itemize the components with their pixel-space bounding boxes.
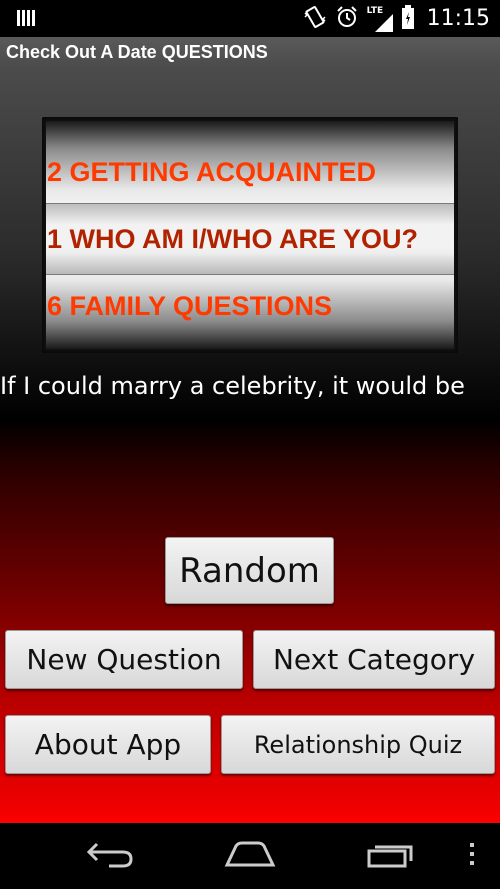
- battery-icon: [401, 4, 415, 34]
- home-icon: [224, 840, 276, 872]
- picker-item-selected[interactable]: 1 WHO AM I/WHO ARE YOU?: [46, 206, 454, 273]
- question-text: If I could marry a celebrity, it would b…: [0, 372, 465, 400]
- new-question-button[interactable]: New Question: [5, 630, 243, 689]
- picker-item[interactable]: 6 FAMILY QUESTIONS: [46, 273, 454, 340]
- action-bar: Check Out A Date QUESTIONS: [0, 37, 500, 70]
- overflow-menu-button[interactable]: [456, 823, 488, 889]
- next-category-button[interactable]: Next Category: [253, 630, 495, 689]
- alarm-icon: [335, 5, 359, 33]
- notification-icon: [16, 8, 36, 28]
- screen: LTE 11:15 Check Out A Date QUESTIONS 2 G…: [0, 0, 500, 889]
- picker-wheel[interactable]: 2 GETTING ACQUAINTED 1 WHO AM I/WHO ARE …: [46, 121, 454, 349]
- category-picker[interactable]: 2 GETTING ACQUAINTED 1 WHO AM I/WHO ARE …: [42, 117, 458, 353]
- app-title: Check Out A Date QUESTIONS: [6, 42, 268, 62]
- back-icon: [85, 840, 135, 872]
- recent-apps-button[interactable]: [342, 823, 438, 889]
- relationship-quiz-button[interactable]: Relationship Quiz: [221, 715, 495, 774]
- random-button[interactable]: Random: [165, 537, 334, 604]
- recent-apps-icon: [365, 839, 415, 873]
- status-bar: LTE 11:15: [0, 0, 500, 37]
- overflow-menu-icon: [468, 841, 476, 871]
- clock: 11:15: [426, 6, 490, 31]
- home-button[interactable]: [202, 823, 298, 889]
- picker-item[interactable]: 2 GETTING ACQUAINTED: [46, 139, 454, 206]
- about-app-button[interactable]: About App: [5, 715, 211, 774]
- vibrate-icon: [303, 5, 327, 33]
- back-button[interactable]: [62, 823, 158, 889]
- navigation-bar: [0, 823, 500, 889]
- signal-icon: LTE: [367, 6, 393, 32]
